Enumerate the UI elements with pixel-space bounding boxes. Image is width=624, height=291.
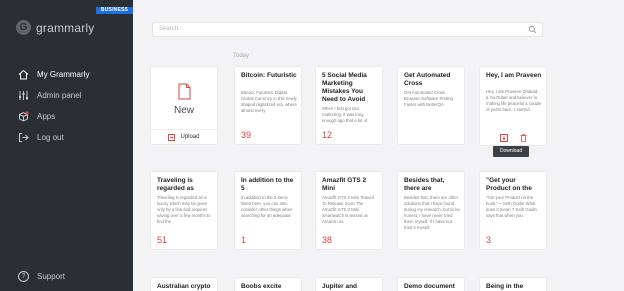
document-card[interactable]: Besides that, there are Besides that, th… [398, 172, 464, 249]
search-placeholder: Search... [159, 26, 184, 32]
upload-icon [168, 133, 176, 141]
document-preview: "Get your Product on the hook." – Seth G… [486, 195, 537, 218]
document-score: 3 [486, 235, 492, 245]
document-title: Demo document [404, 283, 455, 290]
document-title: In addition to the 5 [241, 177, 294, 192]
document-preview: Traveling is regarded as a luxury which … [157, 195, 211, 224]
sidebar-item-apps[interactable]: Apps [18, 111, 55, 122]
sliders-icon [18, 90, 29, 101]
sidebar-item-log-out[interactable]: Log out [18, 132, 64, 143]
document-card[interactable]: Amazfit GTS 2 Mini Amazfit GTS 2 Mini Te… [316, 172, 382, 249]
document-title: Get Automated Cross [404, 72, 451, 87]
logout-icon [18, 132, 29, 143]
card-actions [480, 131, 546, 145]
section-label-today: Today [233, 53, 250, 59]
upload-label: Upload [180, 134, 200, 140]
document-preview: Bitcoin: Futuristic Digital Global Curre… [241, 90, 297, 113]
document-title: Jupiter and [322, 283, 358, 290]
new-document-card[interactable]: New Upload [151, 67, 217, 144]
search-icon[interactable] [528, 25, 537, 34]
document-card[interactable]: In addition to the 5 In addition to the … [235, 172, 301, 249]
document-score: 39 [241, 130, 252, 140]
sidebar-item-admin-panel[interactable]: Admin panel [18, 90, 81, 101]
document-score: 38 [322, 235, 333, 245]
sidebar-item-label: Log out [37, 133, 64, 142]
document-title: Boobs excite [241, 283, 282, 290]
download-tooltip: Download [493, 146, 529, 157]
document-card[interactable]: Traveling is regarded as Traveling is re… [151, 172, 217, 249]
document-preview: Besides that, there are other solutions … [404, 195, 460, 230]
document-title: Australian crypto [157, 283, 211, 290]
document-score: 51 [157, 235, 168, 245]
sidebar-item-label: Apps [37, 112, 56, 121]
sidebar-item-label: My Grammarly [37, 70, 90, 79]
new-label: New [173, 105, 194, 116]
sidebar: BUSINESS G grammarly My Grammarly Admin … [0, 0, 133, 291]
document-card[interactable]: Being in the [480, 278, 546, 291]
document-card[interactable]: Jupiter and [316, 278, 382, 291]
document-card[interactable]: "Get your Product on the "Get your Produ… [480, 172, 546, 249]
document-card[interactable]: Bitcoin: Futuristic Bitcoin: Futuristic … [235, 67, 301, 144]
trash-icon[interactable] [520, 134, 527, 142]
support-label: Support [37, 272, 66, 281]
document-title: Besides that, there are [404, 177, 445, 192]
home-icon [18, 69, 29, 80]
document-title: Hey, I am Praveen [486, 72, 542, 79]
document-preview: Amazfit GTS 2 Mini Teased To Release Soo… [322, 195, 374, 224]
document-preview: Get Automated Cross Browser-Software Tes… [404, 90, 453, 107]
sidebar-item-label: Admin panel [37, 91, 82, 100]
document-card[interactable]: Demo document [398, 278, 464, 291]
document-title: Being in the [486, 283, 524, 290]
document-card[interactable]: Hey, I am Praveen Hey, I am Praveen Dhak… [480, 67, 546, 145]
download-icon[interactable] [499, 134, 508, 142]
document-card[interactable]: Australian crypto [151, 278, 217, 291]
support-link[interactable]: ? Support [18, 271, 65, 282]
new-document-icon [178, 83, 191, 100]
document-preview: In addition to the 5 items listed here, … [241, 195, 293, 218]
document-preview: Hey, I am Praveen Dhakad, a YouTuber and… [486, 89, 542, 112]
document-card[interactable]: 5 Social Media Marketing Mistakes You Ne… [316, 67, 382, 144]
document-title: Bitcoin: Futuristic [241, 72, 297, 79]
document-title: 5 Social Media Marketing Mistakes You Ne… [322, 72, 367, 103]
document-title: Amazfit GTS 2 Mini [322, 177, 367, 192]
grammarly-logo[interactable]: G grammarly [16, 20, 94, 35]
document-score: 1 [241, 235, 247, 245]
upload-button[interactable]: Upload [151, 129, 217, 144]
box-icon [18, 111, 29, 122]
document-title: Traveling is regarded as [157, 177, 194, 192]
grammarly-logo-icon: G [16, 20, 31, 35]
help-icon: ? [18, 271, 29, 282]
document-preview: When I first got into marketing, it was … [322, 106, 368, 123]
logo-text: grammarly [36, 20, 95, 35]
document-card[interactable]: Boobs excite [235, 278, 301, 291]
business-badge: BUSINESS [96, 7, 133, 14]
document-card[interactable]: Get Automated Cross Get Automated Cross … [398, 67, 464, 144]
document-title: "Get your Product on the [486, 177, 532, 192]
document-score: 12 [322, 130, 333, 140]
sidebar-item-my-grammarly[interactable]: My Grammarly [18, 69, 89, 80]
search-input[interactable]: Search... [152, 22, 543, 37]
